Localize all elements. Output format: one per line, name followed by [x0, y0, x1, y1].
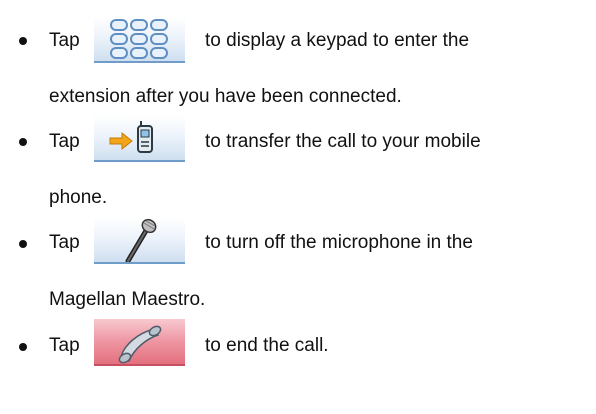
- description-line-1: to display a keypad to enter the: [205, 30, 470, 51]
- keypad-icon: [110, 19, 168, 59]
- end-call-icon: [118, 325, 162, 364]
- end-call-button: [94, 319, 185, 366]
- microphone-icon: [125, 218, 157, 262]
- tap-label: Tap: [49, 30, 80, 51]
- description-line-1: to transfer the call to your mobile: [205, 131, 481, 152]
- keypad-button: [94, 16, 185, 63]
- description-line-2: phone.: [49, 187, 108, 208]
- instruction-list: Tap to display a keypad to enter the ext…: [0, 0, 596, 414]
- bullet-point: [19, 343, 27, 351]
- tap-label: Tap: [49, 232, 80, 253]
- description-line-1: to end the call.: [205, 335, 329, 356]
- description-line-2: extension after you have been connected.: [49, 86, 402, 107]
- description-line-1: to turn off the microphone in the: [205, 232, 473, 253]
- microphone-button: [94, 217, 185, 264]
- tap-label: Tap: [49, 131, 80, 152]
- bullet-point: [19, 240, 27, 248]
- description-line-2: Magellan Maestro.: [49, 289, 206, 310]
- tap-label: Tap: [49, 335, 80, 356]
- transfer-to-mobile-icon: [109, 121, 153, 153]
- bullet-point: [19, 138, 27, 146]
- transfer-button: [94, 115, 185, 162]
- bullet-point: [19, 37, 27, 45]
